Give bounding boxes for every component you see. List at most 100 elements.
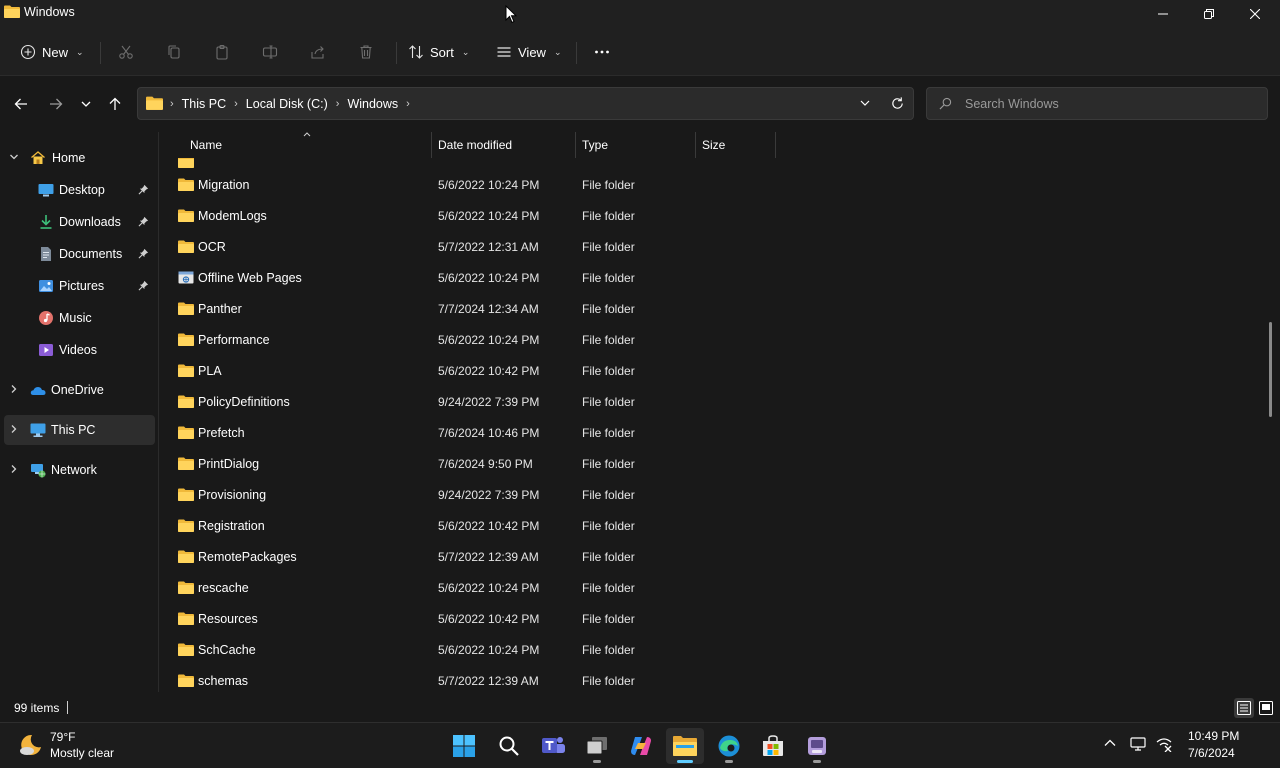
search-box[interactable] xyxy=(926,87,1268,120)
details-view-button[interactable] xyxy=(1234,698,1254,718)
delete-button[interactable] xyxy=(350,36,382,68)
table-row[interactable]: Offline Web Pages 5/6/2022 10:24 PM File f… xyxy=(159,263,1259,294)
pin-icon[interactable] xyxy=(138,184,149,195)
column-divider[interactable] xyxy=(575,132,576,158)
sidebar-item-videos[interactable]: Videos xyxy=(4,335,155,365)
column-divider[interactable] xyxy=(695,132,696,158)
table-row[interactable]: PrintDialog 7/6/2024 9:50 PM File folder xyxy=(159,449,1259,480)
sidebar-item-this-pc[interactable]: This PC xyxy=(4,415,155,445)
table-row[interactable]: Registration 5/6/2022 10:42 PM File folder xyxy=(159,511,1259,542)
rename-button[interactable] xyxy=(254,36,286,68)
sidebar-item-pictures[interactable]: Pictures xyxy=(4,271,155,301)
file-type: File folder xyxy=(582,612,635,626)
share-button[interactable] xyxy=(302,36,334,68)
show-hidden-icons-chevron-icon[interactable] xyxy=(1103,736,1117,750)
address-bar[interactable]: › This PC › Local Disk (C:) › Windows › xyxy=(137,87,914,120)
table-row[interactable]: Prefetch 7/6/2024 10:46 PM File folder xyxy=(159,418,1259,449)
tiles-view-button[interactable] xyxy=(1256,698,1276,718)
search-input[interactable] xyxy=(965,95,1255,113)
teams-button[interactable] xyxy=(534,728,572,764)
table-row[interactable] xyxy=(159,158,1259,170)
sidebar-item-music[interactable]: Music xyxy=(4,303,155,333)
sidebar-item-network[interactable]: Network xyxy=(4,455,155,485)
chevron-right-icon[interactable]: › xyxy=(170,98,174,110)
folder-icon xyxy=(178,178,194,191)
more-options-button[interactable] xyxy=(586,36,618,68)
table-row[interactable]: OCR 5/7/2022 12:31 AM File folder xyxy=(159,232,1259,263)
network-disconnected-icon[interactable] xyxy=(1156,736,1172,752)
paste-button[interactable] xyxy=(206,36,238,68)
cut-button[interactable] xyxy=(110,36,142,68)
restore-button[interactable] xyxy=(1186,0,1232,28)
breadcrumb: › This PC › Local Disk (C:) › Windows › xyxy=(170,97,410,111)
weather-description[interactable]: Mostly clear xyxy=(50,746,114,760)
column-header-size[interactable]: Size xyxy=(702,138,725,152)
clock-time[interactable]: 10:49 PM xyxy=(1188,729,1239,743)
arrow-up-icon xyxy=(109,97,121,110)
sidebar-item-home[interactable]: Home xyxy=(4,143,155,173)
chevron-down-icon[interactable] xyxy=(8,151,20,163)
task-view-button[interactable] xyxy=(578,728,616,764)
sidebar-item-onedrive[interactable]: OneDrive xyxy=(4,375,155,405)
pin-icon[interactable] xyxy=(138,216,149,227)
table-row[interactable]: schemas 5/7/2022 12:39 AM File folder xyxy=(159,666,1259,692)
weather-moon-icon[interactable] xyxy=(18,732,44,758)
breadcrumb-windows[interactable]: Windows xyxy=(347,97,398,111)
table-row[interactable]: ModemLogs 5/6/2022 10:24 PM File folder xyxy=(159,201,1259,232)
copy-button[interactable] xyxy=(158,36,190,68)
column-header-type[interactable]: Type xyxy=(582,138,608,152)
chevron-right-icon[interactable] xyxy=(8,463,20,475)
view-button[interactable]: View ⌄ xyxy=(488,36,570,68)
table-row[interactable]: rescache 5/6/2022 10:24 PM File folder xyxy=(159,573,1259,604)
column-header-date[interactable]: Date modified xyxy=(438,138,512,152)
table-row[interactable]: SchCache 5/6/2022 10:24 PM File folder xyxy=(159,635,1259,666)
start-button[interactable] xyxy=(445,728,483,764)
table-row[interactable]: Resources 5/6/2022 10:42 PM File folder xyxy=(159,604,1259,635)
table-row[interactable]: Panther 7/7/2024 12:34 AM File folder xyxy=(159,294,1259,325)
close-button[interactable] xyxy=(1232,0,1278,28)
table-row[interactable]: PolicyDefinitions 9/24/2022 7:39 PM File f… xyxy=(159,387,1259,418)
clock-date[interactable]: 7/6/2024 xyxy=(1188,746,1235,760)
up-button[interactable] xyxy=(103,92,127,116)
sidebar-item-documents[interactable]: Documents xyxy=(4,239,155,269)
forward-button[interactable] xyxy=(44,92,68,116)
file-type: File folder xyxy=(582,550,635,564)
breadcrumb-this-pc[interactable]: This PC xyxy=(182,97,226,111)
file-explorer-button[interactable] xyxy=(666,728,704,764)
back-button[interactable] xyxy=(9,92,33,116)
chevron-right-icon[interactable]: › xyxy=(234,98,238,110)
table-row[interactable]: Provisioning 9/24/2022 7:39 PM File folder xyxy=(159,480,1259,511)
address-history-dropdown-icon[interactable] xyxy=(859,97,871,109)
column-divider[interactable] xyxy=(431,132,432,158)
column-header-name[interactable]: Name xyxy=(190,138,222,152)
table-row[interactable]: RemotePackages 5/7/2022 12:39 AM File fold… xyxy=(159,542,1259,573)
table-row[interactable]: PLA 5/6/2022 10:42 PM File folder xyxy=(159,356,1259,387)
breadcrumb-local-disk[interactable]: Local Disk (C:) xyxy=(246,97,328,111)
chevron-right-icon[interactable]: › xyxy=(406,98,410,110)
chevron-right-icon[interactable]: › xyxy=(336,98,340,110)
table-row[interactable]: Migration 5/6/2022 10:24 PM File folder xyxy=(159,170,1259,201)
display-icon[interactable] xyxy=(1130,736,1146,752)
edge-button[interactable] xyxy=(710,728,748,764)
new-button[interactable]: New ⌄ xyxy=(12,36,92,68)
sort-button[interactable]: Sort ⌄ xyxy=(400,36,477,68)
refresh-icon[interactable] xyxy=(890,96,905,111)
minimize-button[interactable] xyxy=(1140,0,1186,28)
file-date-modified: 5/6/2022 10:24 PM xyxy=(438,271,540,285)
recent-locations-button[interactable] xyxy=(74,92,98,116)
vertical-scrollbar-thumb[interactable] xyxy=(1269,322,1272,417)
sidebar-item-downloads[interactable]: Downloads xyxy=(4,207,155,237)
chevron-right-icon[interactable] xyxy=(8,383,20,395)
pinned-app-button[interactable] xyxy=(798,728,836,764)
pin-icon[interactable] xyxy=(138,248,149,259)
pin-icon[interactable] xyxy=(138,280,149,291)
table-row[interactable]: Performance 5/6/2022 10:24 PM File folder xyxy=(159,325,1259,356)
column-divider[interactable] xyxy=(775,132,776,158)
taskbar-search-button[interactable] xyxy=(490,728,528,764)
store-button[interactable] xyxy=(754,728,792,764)
file-name: OCR xyxy=(198,240,226,254)
weather-temperature[interactable]: 79°F xyxy=(50,730,75,744)
sidebar-item-desktop[interactable]: Desktop xyxy=(4,175,155,205)
copilot-button[interactable] xyxy=(622,728,660,764)
chevron-right-icon[interactable] xyxy=(8,423,20,435)
